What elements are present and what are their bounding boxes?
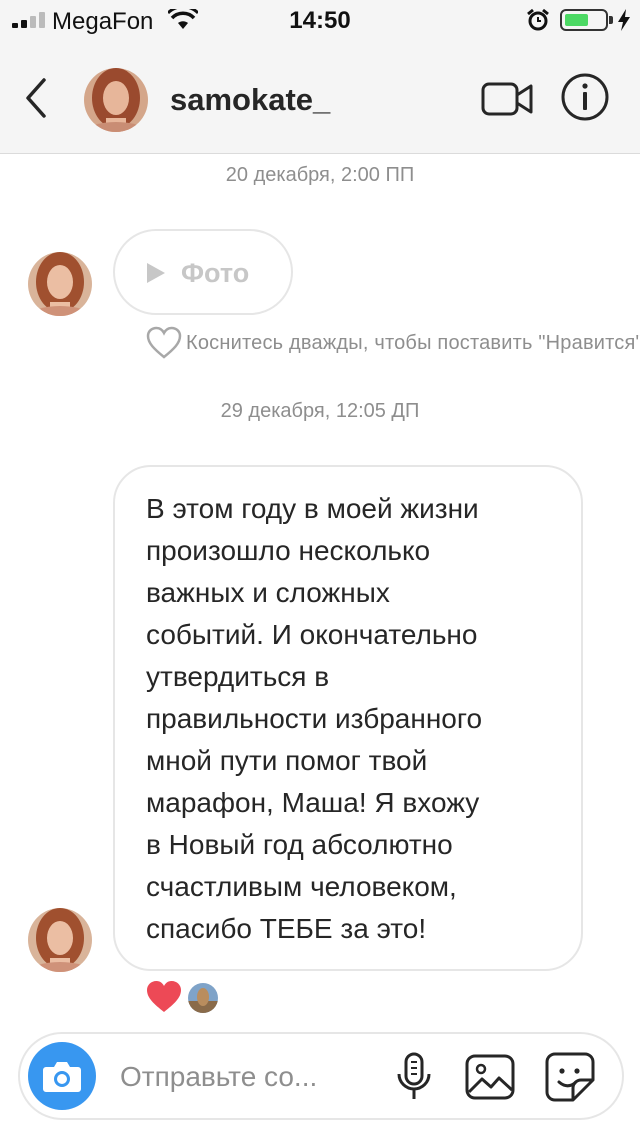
sender-avatar[interactable]	[28, 252, 92, 316]
voice-message-button[interactable]	[394, 1052, 434, 1102]
message-composer	[18, 1032, 624, 1120]
avatar-photo	[28, 908, 92, 972]
sticker-icon	[545, 1052, 595, 1102]
play-icon	[147, 263, 165, 283]
photo-message[interactable]: Фото	[113, 229, 293, 315]
battery-level	[565, 14, 588, 26]
camera-icon	[43, 1062, 81, 1092]
status-bar: MegaFon 14:50	[0, 0, 640, 40]
message-timestamp: 29 декабря, 12:05 ДП	[220, 400, 420, 422]
gallery-button[interactable]	[465, 1054, 515, 1100]
header-avatar[interactable]	[84, 68, 148, 132]
camera-button[interactable]	[28, 1042, 96, 1110]
microphone-icon	[397, 1052, 431, 1099]
info-icon	[561, 73, 609, 121]
avatar-photo	[188, 983, 218, 1013]
message-text: В этом году в моей жизни произошло неско…	[146, 493, 483, 944]
avatar-photo	[28, 252, 92, 316]
double-tap-hint: Коснитесь дважды, чтобы поставить "Нрави…	[146, 326, 640, 360]
heart-reaction-icon	[147, 981, 181, 1012]
battery-icon	[560, 9, 608, 31]
message-timestamp: 20 декабря, 2:00 ПП	[225, 164, 415, 186]
reactor-avatar	[186, 981, 220, 1015]
alarm-icon	[527, 8, 549, 31]
video-call-button[interactable]	[480, 78, 534, 120]
photo-label: Фото	[181, 258, 250, 288]
charging-icon	[618, 9, 630, 31]
heart-outline-icon[interactable]	[146, 326, 182, 360]
text-message[interactable]: В этом году в моей жизни произошло неско…	[113, 465, 583, 971]
info-button[interactable]	[560, 72, 610, 122]
chat-header: samokate_	[0, 40, 640, 154]
gallery-icon	[465, 1054, 515, 1100]
double-tap-hint-text: Коснитесь дважды, чтобы поставить "Нрави…	[186, 332, 640, 354]
message-input[interactable]	[120, 1060, 360, 1094]
battery-cap	[609, 16, 613, 24]
avatar-photo	[84, 68, 148, 132]
message-reactions[interactable]	[146, 980, 226, 1016]
video-camera-icon	[481, 82, 533, 116]
back-button[interactable]	[18, 76, 58, 120]
chevron-left-icon	[26, 78, 46, 118]
sticker-button[interactable]	[545, 1052, 595, 1102]
chat-username[interactable]: samokate_	[170, 82, 330, 118]
sender-avatar[interactable]	[28, 908, 92, 972]
